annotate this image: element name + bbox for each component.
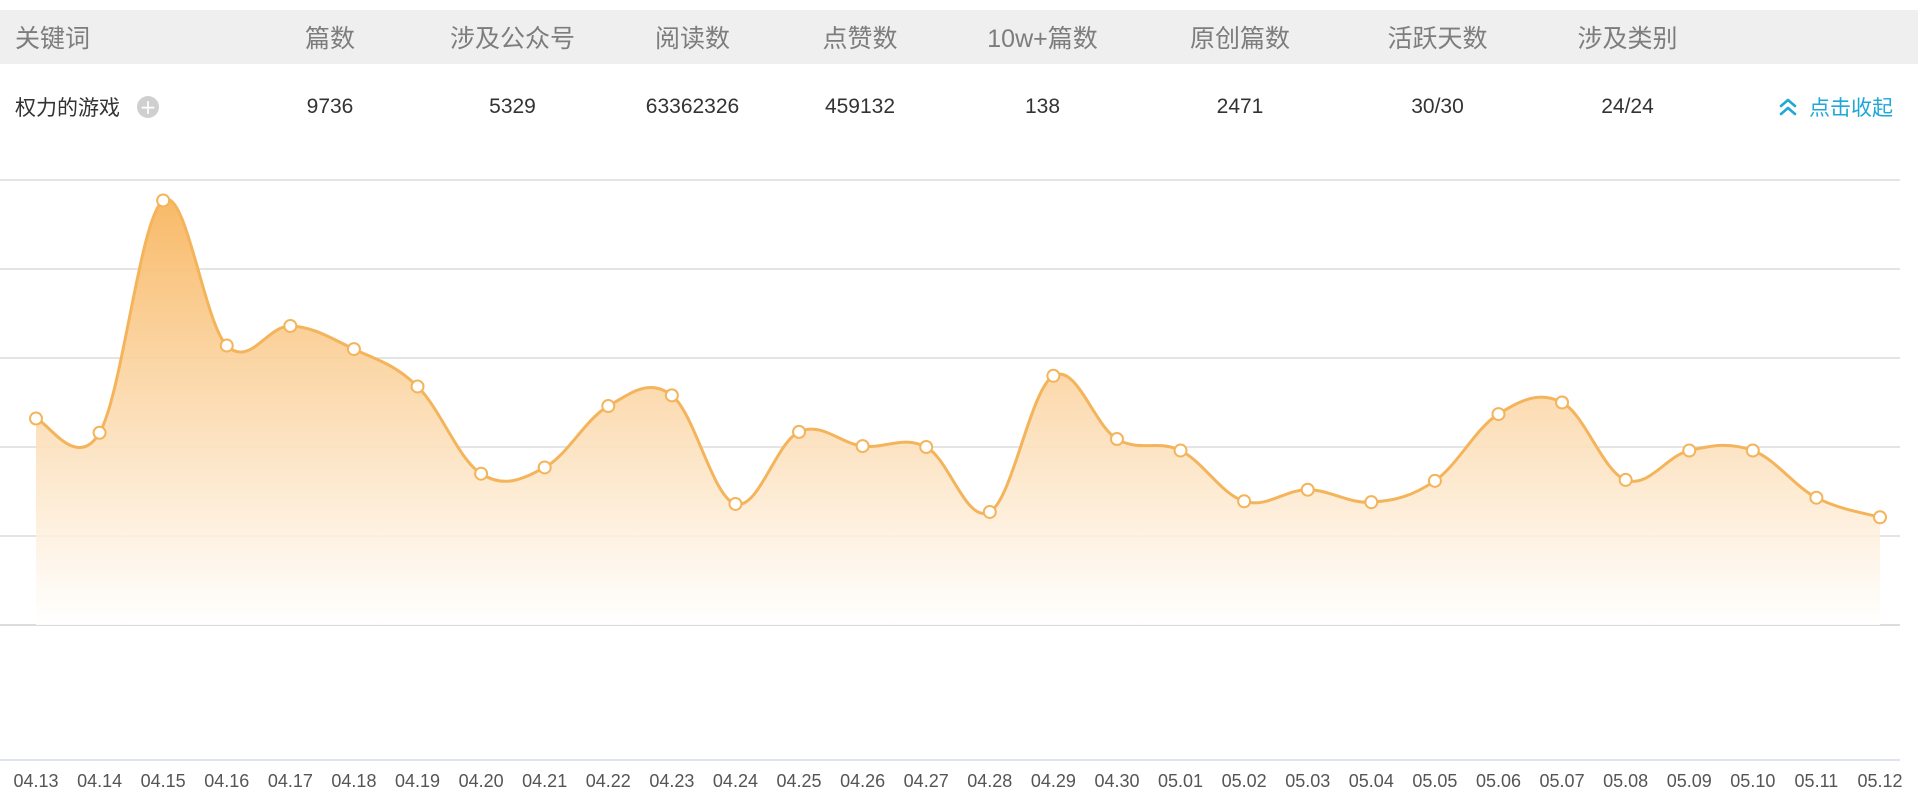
data-point[interactable] [1046, 368, 1061, 383]
data-point[interactable] [219, 338, 234, 353]
keyword-cell: 权力的游戏 + [0, 70, 260, 144]
data-point[interactable] [982, 504, 997, 519]
x-tick-label: 04.20 [459, 771, 504, 791]
x-tick-label: 05.05 [1412, 771, 1457, 791]
x-tick-label: 05.10 [1730, 771, 1775, 791]
categories-value: 24/24 [1601, 95, 1654, 118]
table-header: 关键词 篇数 涉及公众号 阅读数 点赞数 10w+篇数 原创篇数 活跃天数 涉及… [0, 10, 1918, 64]
data-point[interactable] [855, 439, 870, 454]
data-point[interactable] [1618, 472, 1633, 487]
likes-value: 459132 [824, 95, 896, 118]
x-tick-label: 05.02 [1222, 771, 1267, 791]
data-point[interactable] [1173, 443, 1188, 458]
data-point[interactable] [1237, 494, 1252, 509]
x-tick-label: 04.24 [713, 771, 758, 791]
header-over-100k: 10w+篇数 [987, 25, 1098, 53]
data-point[interactable] [410, 379, 425, 394]
x-tick-label: 04.25 [777, 771, 822, 791]
data-point[interactable] [346, 342, 361, 357]
collapse-button[interactable]: 点击收起 [1750, 70, 1920, 144]
x-tick-label: 05.12 [1857, 771, 1902, 791]
data-point[interactable] [92, 425, 107, 440]
x-tick-label: 04.22 [586, 771, 631, 791]
series-area [36, 199, 1880, 625]
x-tick-label: 04.27 [904, 771, 949, 791]
plus-circle-icon[interactable]: + [137, 96, 159, 118]
x-tick-label: 04.14 [77, 771, 122, 791]
x-tick-label: 05.01 [1158, 771, 1203, 791]
data-point[interactable] [728, 496, 743, 511]
x-tick-label: 04.17 [268, 771, 313, 791]
data-point[interactable] [1682, 443, 1697, 458]
data-point[interactable] [1555, 395, 1570, 410]
x-tick-label: 05.08 [1603, 771, 1648, 791]
chevron-double-up-icon [1779, 98, 1797, 116]
x-tick-label: 04.30 [1094, 771, 1139, 791]
x-tick-label: 04.15 [141, 771, 186, 791]
trend-chart-svg: 04.13 04.14 04.15 04.16 04.17 04.18 04.19 04.20… [0, 179, 1903, 791]
data-point[interactable] [1873, 510, 1887, 525]
x-tick-label: 04.13 [13, 771, 58, 791]
active-days-value: 30/30 [1411, 95, 1464, 118]
data-point[interactable] [1491, 407, 1506, 422]
data-point[interactable] [537, 460, 552, 475]
data-point[interactable] [29, 411, 43, 426]
data-point[interactable] [601, 399, 616, 414]
x-tick-label: 05.07 [1540, 771, 1585, 791]
x-tick-label: 04.23 [649, 771, 694, 791]
x-tick-label: 05.06 [1476, 771, 1521, 791]
header-keyword: 关键词 [15, 25, 91, 53]
accounts-value: 5329 [489, 95, 536, 118]
x-tick-label: 04.28 [967, 771, 1012, 791]
data-point[interactable] [1364, 495, 1379, 510]
data-point[interactable] [156, 193, 171, 208]
data-point[interactable] [792, 424, 807, 439]
data-point[interactable] [1427, 473, 1442, 488]
header-likes: 点赞数 [822, 25, 898, 53]
x-tick-label: 04.16 [204, 771, 249, 791]
header-accounts: 涉及公众号 [449, 25, 575, 53]
header-articles: 篇数 [304, 25, 355, 53]
trend-chart: 04.13 04.14 04.15 04.16 04.17 04.18 04.19 04.20… [0, 150, 1920, 811]
data-point[interactable] [1300, 482, 1315, 497]
data-point[interactable] [664, 388, 679, 403]
data-point[interactable] [1745, 443, 1760, 458]
header-categories: 涉及类别 [1577, 25, 1678, 53]
data-point[interactable] [1809, 490, 1824, 505]
original-value: 2471 [1216, 95, 1264, 118]
x-tick-label: 04.19 [395, 771, 440, 791]
x-tick-label: 04.18 [331, 771, 376, 791]
header-active-days: 活跃天数 [1387, 25, 1488, 53]
data-point[interactable] [474, 466, 489, 481]
x-tick-label: 04.26 [840, 771, 885, 791]
x-tick-label: 05.09 [1667, 771, 1712, 791]
data-point[interactable] [919, 440, 934, 454]
data-point[interactable] [1109, 431, 1124, 446]
reads-value: 63362326 [645, 95, 740, 118]
header-reads: 阅读数 [654, 25, 730, 53]
keyword-summary-row: 权力的游戏 + 9736 5329 63362326 459132 138 24… [0, 70, 1918, 144]
header-original: 原创篇数 [1189, 25, 1290, 53]
data-point[interactable] [283, 318, 298, 333]
articles-value: 9736 [306, 95, 354, 118]
x-tick-label: 05.11 [1795, 771, 1839, 791]
x-tick-label: 05.03 [1285, 771, 1330, 791]
over-100k-value: 138 [1024, 95, 1061, 118]
collapse-label: 点击收起 [1809, 97, 1893, 120]
x-tick-label: 04.29 [1031, 771, 1076, 791]
keyword-label: 权力的游戏 [15, 97, 120, 120]
x-tick-label: 05.04 [1349, 771, 1394, 791]
x-tick-label: 04.21 [522, 771, 567, 791]
